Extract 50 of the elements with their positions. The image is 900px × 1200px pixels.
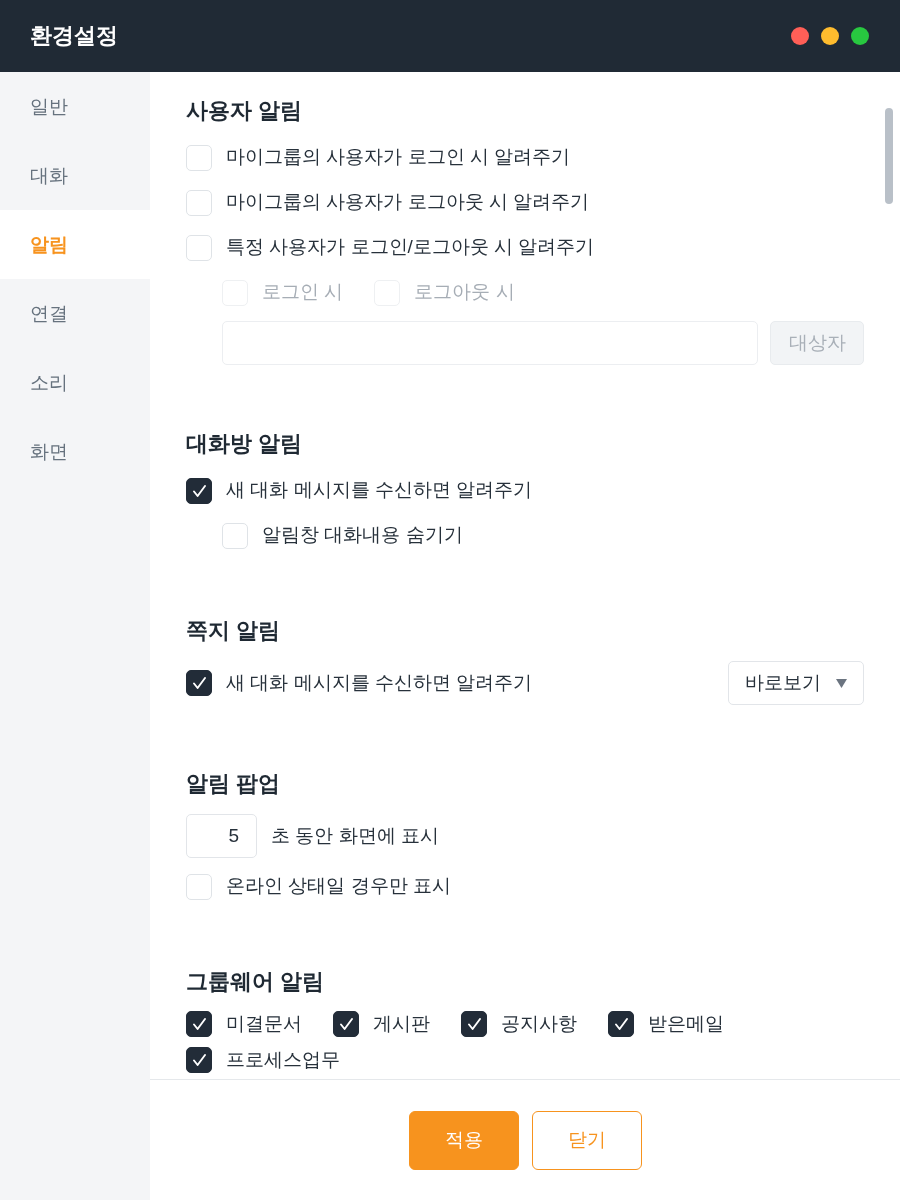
check-icon xyxy=(192,484,206,497)
check-icon xyxy=(192,1018,206,1030)
check-icon xyxy=(467,1018,481,1030)
checkbox-label: 알림창 대화내용 숨기기 xyxy=(262,523,463,548)
check-icon xyxy=(192,1054,206,1066)
window-maximize-icon[interactable] xyxy=(851,27,869,45)
checkbox-label: 공지사항 xyxy=(501,1011,577,1036)
checkbox-label: 온라인 상태일 경우만 표시 xyxy=(226,874,451,899)
checkbox[interactable] xyxy=(608,1011,634,1037)
check-icon xyxy=(614,1018,628,1030)
section-heading: 그룹웨어 알림 xyxy=(186,968,326,996)
checkbox-label: 받은메일 xyxy=(648,1011,724,1036)
check-icon xyxy=(339,1018,353,1030)
section-heading: 알림 팝업 xyxy=(186,770,282,798)
checkbox-label: 미결문서 xyxy=(226,1011,302,1036)
sidebar-item[interactable]: 대화 xyxy=(0,141,150,210)
section-heading: 사용자 알림 xyxy=(186,97,304,125)
checkbox-label: 새 대화 메시지를 수신하면 알려주기 xyxy=(226,670,533,695)
check-icon xyxy=(192,677,206,689)
close-button[interactable]: 닫기 xyxy=(531,1110,642,1170)
window-title: 환경설정 xyxy=(30,22,118,50)
sidebar-item[interactable]: 소리 xyxy=(0,348,150,417)
checkbox-label: 로그아웃 시 xyxy=(414,280,515,305)
checkbox[interactable] xyxy=(186,1047,212,1073)
sidebar-item[interactable]: 화면 xyxy=(0,417,150,486)
checkbox-label: 게시판 xyxy=(373,1011,430,1036)
sidebar-item[interactable]: 일반 xyxy=(0,72,150,141)
section-heading: 대화방 알림 xyxy=(186,430,304,458)
checkbox[interactable] xyxy=(333,1011,359,1037)
checkbox-label: 마이그룹의 사용자가 로그인 시 알려주기 xyxy=(226,145,571,170)
checkbox[interactable] xyxy=(461,1011,487,1037)
number-field[interactable]: 5 xyxy=(186,814,257,858)
caret-icon xyxy=(836,678,847,688)
apply-button[interactable]: 적용 xyxy=(408,1110,519,1170)
checkbox[interactable] xyxy=(186,670,212,696)
checkbox-label: 새 대화 메시지를 수신하면 알려주기 xyxy=(226,478,533,503)
checkbox[interactable] xyxy=(186,1011,212,1037)
window-minimize-icon[interactable] xyxy=(821,27,839,45)
checkbox-label: 마이그룹의 사용자가 로그아웃 시 알려주기 xyxy=(226,190,590,215)
window-close-icon[interactable] xyxy=(791,27,809,45)
dropdown[interactable]: 바로보기 xyxy=(728,661,864,705)
section-heading: 쪽지 알림 xyxy=(186,617,282,645)
sidebar-item[interactable]: 알림 xyxy=(0,210,150,279)
checkbox-label: 특정 사용자가 로그인/로그아웃 시 알려주기 xyxy=(226,235,595,260)
field-label: 초 동안 화면에 표시 xyxy=(271,823,439,848)
checkbox[interactable] xyxy=(186,477,212,504)
checkbox-label: 프로세스업무 xyxy=(226,1047,340,1072)
scrollbar-thumb[interactable] xyxy=(885,108,893,204)
sidebar-item[interactable]: 연결 xyxy=(0,279,150,348)
checkbox-label: 로그인 시 xyxy=(262,280,344,305)
